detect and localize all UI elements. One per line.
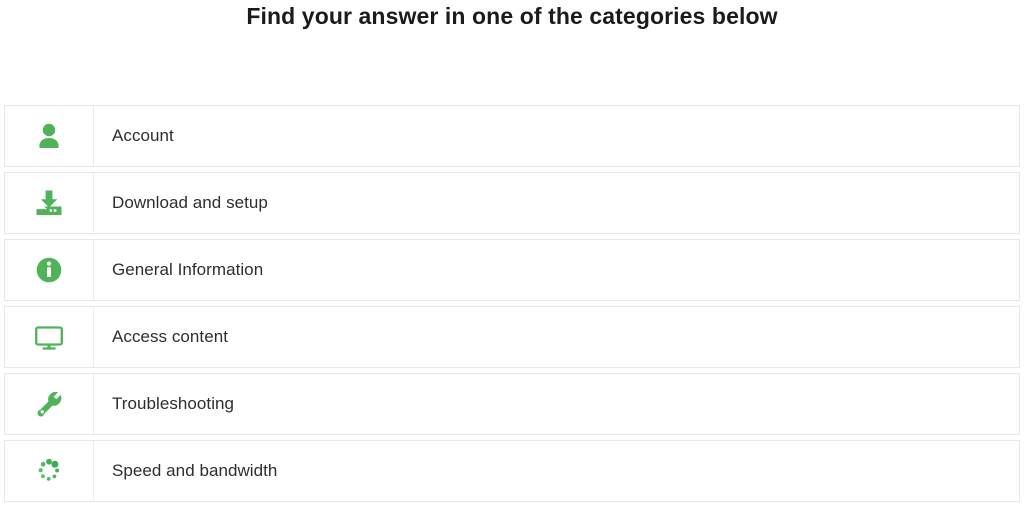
category-row-speed-and-bandwidth[interactable]: Speed and bandwidth bbox=[4, 440, 1020, 502]
spinner-dots-icon bbox=[32, 454, 66, 488]
icon-cell bbox=[5, 307, 94, 367]
icon-cell bbox=[5, 441, 94, 501]
category-label: Account bbox=[112, 126, 174, 145]
category-row-troubleshooting[interactable]: Troubleshooting bbox=[4, 373, 1020, 435]
category-label: Access content bbox=[112, 327, 228, 346]
label-cell: Download and setup bbox=[94, 173, 1019, 233]
label-cell: Access content bbox=[94, 307, 1019, 367]
category-row-account[interactable]: Account bbox=[4, 105, 1020, 167]
category-list: Account Download and setup General Infor… bbox=[4, 105, 1020, 507]
label-cell: Speed and bandwidth bbox=[94, 441, 1019, 501]
wrench-icon bbox=[32, 387, 66, 421]
category-label: Troubleshooting bbox=[112, 394, 235, 413]
category-row-download-and-setup[interactable]: Download and setup bbox=[4, 172, 1020, 234]
category-label: Speed and bandwidth bbox=[112, 461, 278, 480]
icon-cell bbox=[5, 106, 94, 166]
label-cell: Troubleshooting bbox=[94, 374, 1019, 434]
category-row-general-information[interactable]: General Information bbox=[4, 239, 1020, 301]
category-label: Download and setup bbox=[112, 193, 268, 212]
category-label: General Information bbox=[112, 260, 264, 279]
label-cell: General Information bbox=[94, 240, 1019, 300]
category-row-access-content[interactable]: Access content bbox=[4, 306, 1020, 368]
label-cell: Account bbox=[94, 106, 1019, 166]
page-title: Find your answer in one of the categorie… bbox=[246, 3, 778, 29]
icon-cell bbox=[5, 374, 94, 434]
download-icon bbox=[32, 186, 66, 220]
icon-cell bbox=[5, 240, 94, 300]
monitor-icon bbox=[32, 320, 66, 354]
help-categories-page: Find your answer in one of the categorie… bbox=[0, 0, 1024, 506]
icon-cell bbox=[5, 173, 94, 233]
person-icon bbox=[32, 119, 66, 153]
info-circle-icon bbox=[32, 253, 66, 287]
